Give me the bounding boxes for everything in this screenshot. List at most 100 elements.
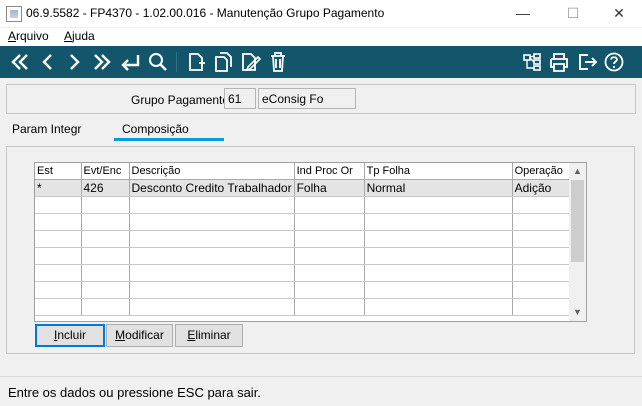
table-row[interactable] xyxy=(35,247,581,265)
column-header-evt-enc[interactable]: Evt/Enc xyxy=(81,163,130,180)
grid-header-row: Est Evt/Enc Descrição Ind Proc Or Tp Fol… xyxy=(35,163,581,180)
app-icon xyxy=(6,6,22,22)
active-tab-indicator xyxy=(114,138,224,141)
grid-cell[interactable] xyxy=(129,230,295,248)
column-header-descricao[interactable]: Descrição xyxy=(129,163,295,180)
column-header-tp-folha[interactable]: Tp Folha xyxy=(364,163,513,180)
grid-vertical-scrollbar[interactable]: ▲ ▼ xyxy=(569,163,586,321)
column-header-ind-proc-or[interactable]: Ind Proc Or xyxy=(294,163,365,180)
grid-cell[interactable] xyxy=(129,247,295,265)
table-row[interactable] xyxy=(35,213,581,231)
scrollbar-thumb[interactable] xyxy=(571,180,584,262)
previous-record-icon[interactable] xyxy=(36,50,60,74)
grid-cell[interactable] xyxy=(364,298,513,316)
toolbar-separator xyxy=(176,52,177,72)
grid-cell[interactable] xyxy=(129,298,295,316)
grid-cell[interactable] xyxy=(81,247,130,265)
tab-param-integr[interactable]: Param Integr xyxy=(12,122,81,136)
menu-ajuda-label: juda xyxy=(72,29,95,43)
grid-cell[interactable] xyxy=(294,196,365,214)
search-icon[interactable] xyxy=(146,50,170,74)
table-row[interactable] xyxy=(35,281,581,299)
menu-ajuda[interactable]: Ajuda xyxy=(64,29,95,43)
copy-document-icon[interactable] xyxy=(211,50,235,74)
grid-cell[interactable] xyxy=(364,247,513,265)
grid-cell[interactable] xyxy=(81,281,130,299)
grid-cell[interactable] xyxy=(294,230,365,248)
grid-cell[interactable] xyxy=(294,281,365,299)
grid-cell[interactable] xyxy=(364,281,513,299)
grid-cell[interactable] xyxy=(364,213,513,231)
eliminar-label: liminar xyxy=(195,328,231,342)
grupo-code-field[interactable]: 61 xyxy=(224,88,256,109)
incluir-label: ncluir xyxy=(57,328,87,342)
tab-composicao[interactable]: Composição xyxy=(122,122,189,136)
scroll-down-arrow-icon[interactable]: ▼ xyxy=(569,304,586,321)
cell-est[interactable]: * xyxy=(35,179,82,197)
cell-tp-folha[interactable]: Normal xyxy=(364,179,513,197)
table-row[interactable] xyxy=(35,196,581,214)
minimize-button[interactable]: — xyxy=(500,0,546,28)
grid-cell[interactable] xyxy=(35,196,82,214)
print-icon[interactable] xyxy=(547,50,571,74)
grid-cell[interactable] xyxy=(81,230,130,248)
close-button[interactable]: ✕ xyxy=(596,0,642,28)
eliminar-button[interactable]: Eliminar xyxy=(175,324,243,347)
maximize-button[interactable]: ☐ xyxy=(550,0,596,28)
grid-cell[interactable] xyxy=(81,264,130,282)
delete-icon[interactable] xyxy=(266,50,290,74)
first-record-icon[interactable] xyxy=(8,50,32,74)
table-row[interactable]: * 426 Desconto Credito Trabalhador Folha… xyxy=(35,179,581,197)
grid-cell[interactable] xyxy=(35,298,82,316)
grid-cell[interactable] xyxy=(35,281,82,299)
grid-cell[interactable] xyxy=(81,196,130,214)
table-row[interactable] xyxy=(35,230,581,248)
column-header-est[interactable]: Est xyxy=(35,163,82,180)
last-record-icon[interactable] xyxy=(90,50,114,74)
table-row[interactable] xyxy=(35,264,581,282)
incluir-button[interactable]: Incluir xyxy=(35,324,105,347)
menu-arquivo-hotkey: A xyxy=(8,29,17,43)
new-document-icon[interactable] xyxy=(184,50,208,74)
composicao-grid[interactable]: Est Evt/Enc Descrição Ind Proc Or Tp Fol… xyxy=(34,162,587,322)
cell-ind-proc-or[interactable]: Folha xyxy=(294,179,365,197)
cell-descricao[interactable]: Desconto Credito Trabalhador xyxy=(129,179,295,197)
grid-cell[interactable] xyxy=(35,264,82,282)
grid-cell[interactable] xyxy=(81,298,130,316)
grid-table: Est Evt/Enc Descrição Ind Proc Or Tp Fol… xyxy=(35,163,581,316)
grid-cell[interactable] xyxy=(294,298,365,316)
grid-cell[interactable] xyxy=(129,281,295,299)
grid-cell[interactable] xyxy=(294,213,365,231)
menu-arquivo[interactable]: Arquivo xyxy=(8,29,49,43)
tree-icon[interactable] xyxy=(520,50,544,74)
header-panel: Grupo Pagamento: 61 eConsig Fo xyxy=(6,84,636,114)
cell-evt-enc[interactable]: 426 xyxy=(81,179,130,197)
enter-icon[interactable] xyxy=(118,50,142,74)
grid-cell[interactable] xyxy=(364,196,513,214)
grid-cell[interactable] xyxy=(35,213,82,231)
toolbar xyxy=(0,46,642,78)
next-record-icon[interactable] xyxy=(62,50,86,74)
grid-cell[interactable] xyxy=(294,247,365,265)
grupo-name-field[interactable]: eConsig Fo xyxy=(258,88,356,109)
menu-bar: Arquivo Ajuda xyxy=(0,28,642,46)
table-row[interactable] xyxy=(35,298,581,316)
grid-cell[interactable] xyxy=(35,247,82,265)
grid-cell[interactable] xyxy=(129,264,295,282)
grid-cell[interactable] xyxy=(294,264,365,282)
status-message: Entre os dados ou pressione ESC para sai… xyxy=(8,385,261,400)
grid-cell[interactable] xyxy=(129,196,295,214)
exit-icon[interactable] xyxy=(575,50,599,74)
grid-cell[interactable] xyxy=(35,230,82,248)
grid-cell[interactable] xyxy=(364,230,513,248)
modificar-button[interactable]: Modificar xyxy=(106,324,173,347)
grid-cell[interactable] xyxy=(364,264,513,282)
window-title: 06.9.5582 - FP4370 - 1.02.00.016 - Manut… xyxy=(26,6,385,20)
edit-document-icon[interactable] xyxy=(238,50,262,74)
help-icon[interactable] xyxy=(602,50,626,74)
grid-cell[interactable] xyxy=(81,213,130,231)
scroll-up-arrow-icon[interactable]: ▲ xyxy=(569,163,586,180)
grid-cell[interactable] xyxy=(129,213,295,231)
title-bar: 06.9.5582 - FP4370 - 1.02.00.016 - Manut… xyxy=(0,0,642,28)
modificar-label: odificar xyxy=(125,328,164,342)
